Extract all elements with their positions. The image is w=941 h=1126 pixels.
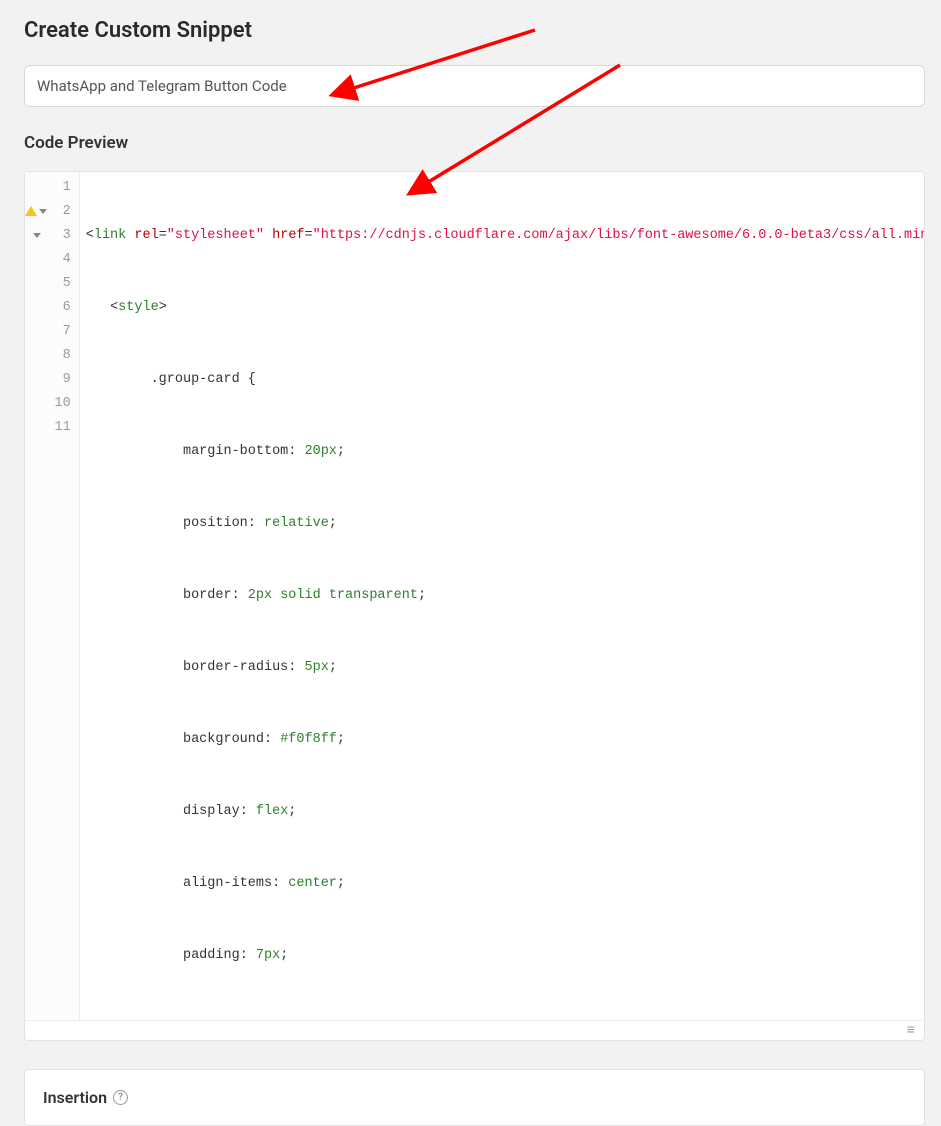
line-number: 4	[63, 252, 71, 267]
code-line: background: #f0f8ff;	[86, 728, 918, 752]
line-number: 7	[63, 324, 71, 339]
code-editor[interactable]: 1 2 3 4 5 6 7 8 9 10 11	[24, 171, 925, 1041]
editor-code-area[interactable]: <link rel="stylesheet" href="https://cdn…	[80, 172, 924, 1020]
line-number: 3	[63, 228, 71, 243]
line-number: 5	[63, 276, 71, 291]
code-line: display: flex;	[86, 800, 918, 824]
code-line: position: relative;	[86, 512, 918, 536]
code-line: <style>	[86, 296, 918, 320]
warning-icon[interactable]	[29, 204, 43, 218]
insertion-heading: Insertion	[43, 1088, 107, 1107]
line-number: 8	[63, 348, 71, 363]
help-icon[interactable]: ?	[113, 1090, 128, 1105]
editor-gutter: 1 2 3 4 5 6 7 8 9 10 11	[25, 172, 80, 1020]
line-number: 1	[63, 180, 71, 195]
code-line: <link rel="stylesheet" href="https://cdn…	[86, 224, 918, 248]
insertion-panel: Insertion ?	[24, 1069, 925, 1126]
code-line: border: 2px solid transparent;	[86, 584, 918, 608]
line-number: 11	[55, 420, 71, 435]
line-number: 2	[63, 204, 71, 219]
line-number: 9	[63, 372, 71, 387]
code-line: .group-card {	[86, 368, 918, 392]
page-title: Create Custom Snippet	[24, 18, 925, 43]
code-line: border-radius: 5px;	[86, 656, 918, 680]
code-line: margin-bottom: 20px;	[86, 440, 918, 464]
code-line: align-items: center;	[86, 872, 918, 896]
fold-icon[interactable]	[29, 228, 43, 242]
code-preview-heading: Code Preview	[24, 133, 925, 153]
snippet-name-input[interactable]	[24, 65, 925, 107]
line-number: 6	[63, 300, 71, 315]
line-number: 10	[55, 396, 71, 411]
code-line: padding: 7px;	[86, 944, 918, 968]
resize-handle-icon[interactable]: ≡	[907, 1019, 914, 1043]
